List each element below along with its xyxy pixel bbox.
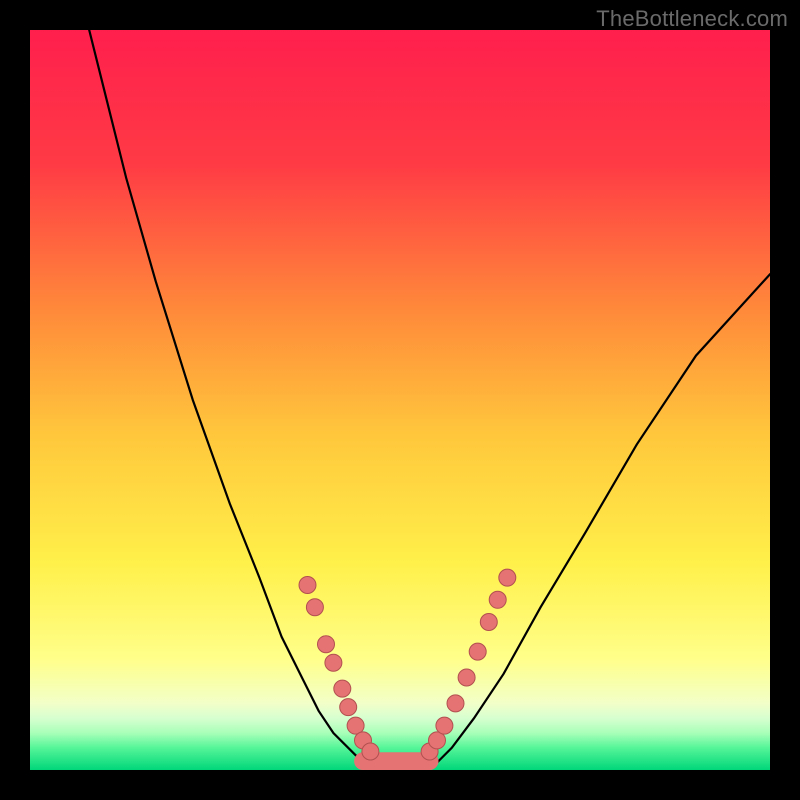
marker-dot <box>447 695 464 712</box>
watermark-text: TheBottleneck.com <box>596 6 788 32</box>
marker-dot <box>340 699 357 716</box>
bottleneck-curve <box>89 30 770 768</box>
outer-frame: TheBottleneck.com <box>0 0 800 800</box>
chart-svg <box>30 30 770 770</box>
marker-dot <box>458 669 475 686</box>
curve-path <box>89 30 770 768</box>
marker-dot <box>489 591 506 608</box>
marker-dot <box>318 636 335 653</box>
marker-dot <box>469 643 486 660</box>
marker-dot <box>436 717 453 734</box>
plot-area <box>30 30 770 770</box>
marker-dot <box>306 599 323 616</box>
marker-dot <box>499 569 516 586</box>
marker-dot <box>325 654 342 671</box>
marker-dot <box>334 680 351 697</box>
marker-dot <box>362 743 379 760</box>
marker-dot <box>480 614 497 631</box>
marker-dot <box>299 577 316 594</box>
